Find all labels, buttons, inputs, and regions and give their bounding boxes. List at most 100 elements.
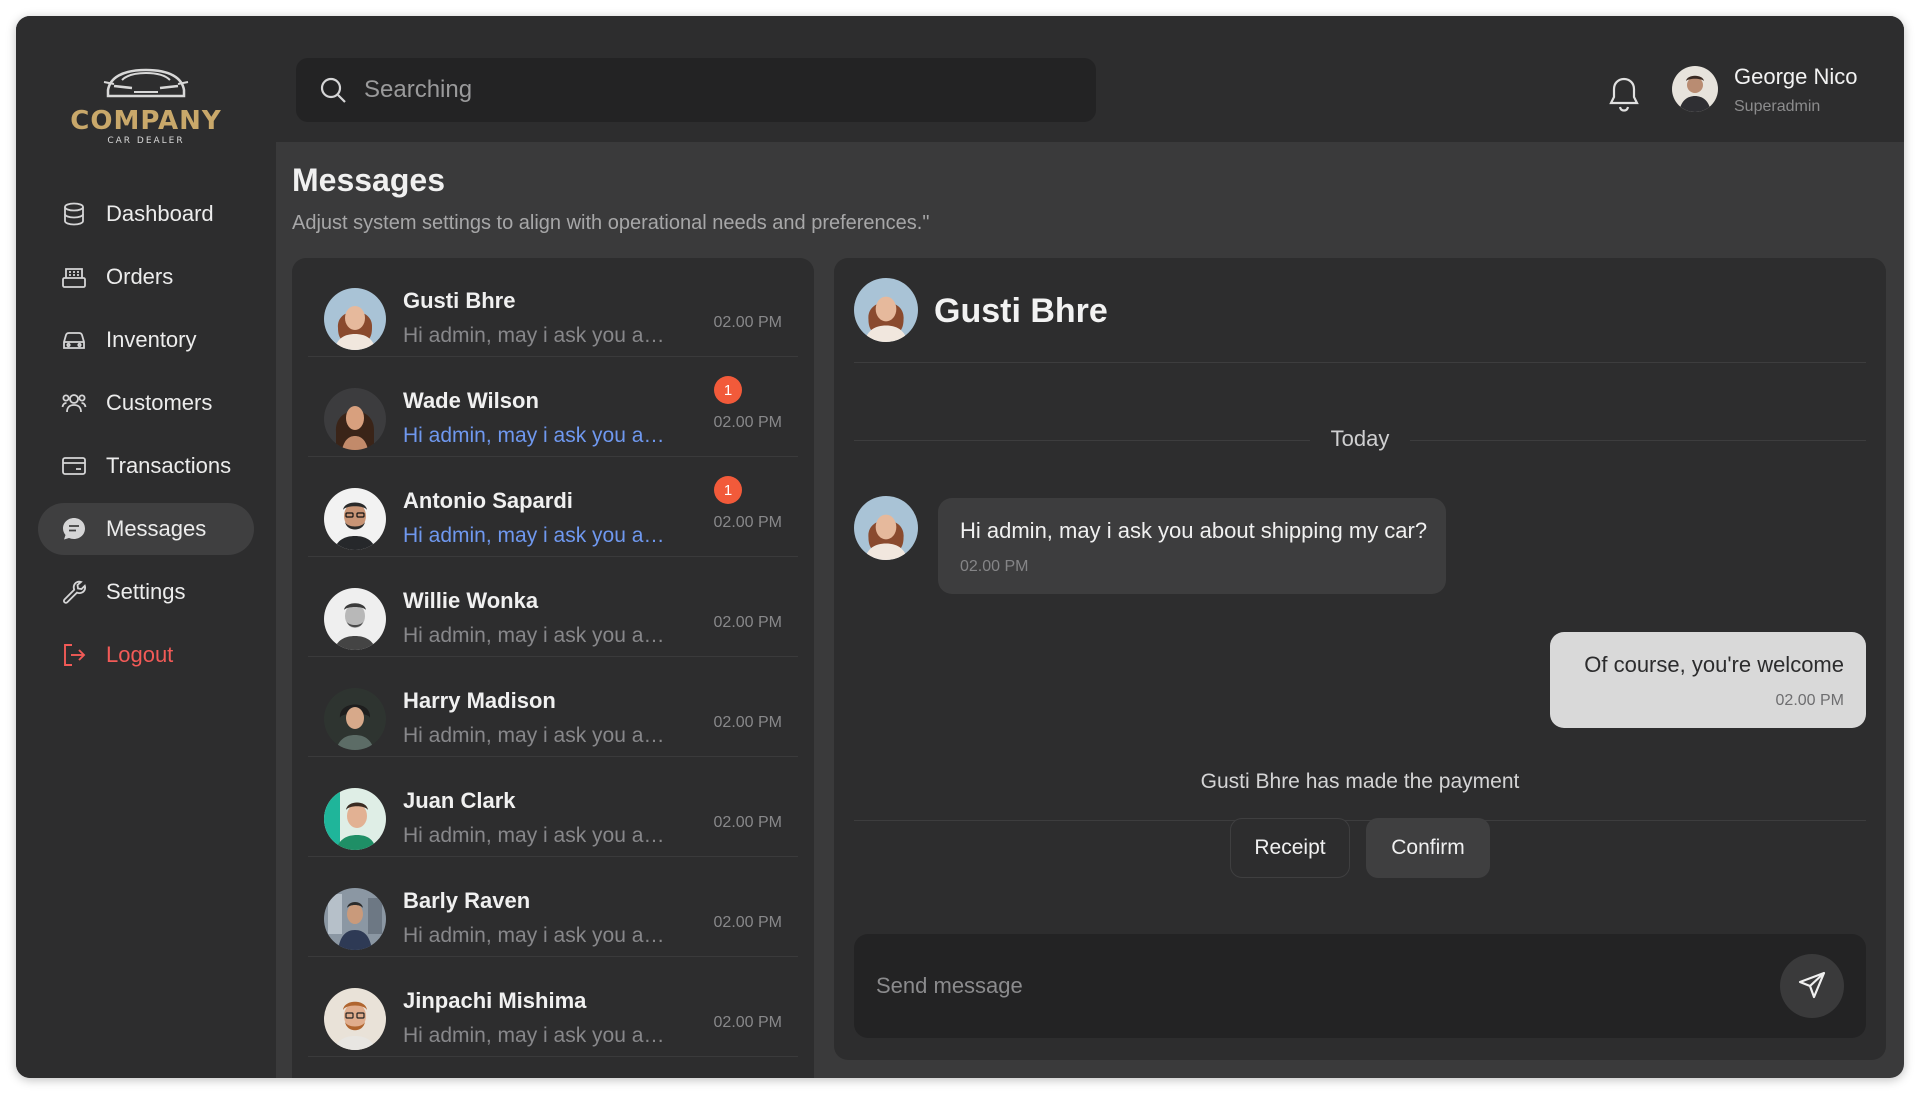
payment-notice: Gusti Bhre has made the payment — [1200, 770, 1520, 793]
contact-name: Barly Raven — [403, 888, 531, 913]
conversation-item[interactable]: Jinpachi Mishima Hi admin, may i ask you… — [308, 958, 798, 1057]
user-avatar[interactable] — [1672, 66, 1718, 112]
unread-badge: 1 — [714, 376, 742, 404]
day-label: Today — [1310, 426, 1410, 452]
car-icon — [60, 326, 88, 354]
sidebar-item-label: Dashboard — [106, 201, 214, 226]
avatar — [854, 496, 918, 560]
top-bar: George Nico Superadmin — [276, 16, 1904, 142]
chat-icon — [60, 515, 88, 543]
logout-button[interactable]: Logout — [38, 629, 254, 681]
logout-icon — [60, 641, 88, 669]
message-input[interactable] — [876, 966, 1736, 1006]
message-preview: Hi admin, may i ask you about shipping m… — [403, 624, 673, 647]
message-time: 02.00 PM — [713, 914, 782, 931]
message-time: 02.00 PM — [713, 814, 782, 831]
users-icon — [60, 389, 88, 417]
page-subtitle: Adjust system settings to align with ope… — [292, 212, 930, 234]
message-time: 02.00 PM — [960, 558, 1029, 575]
send-button[interactable] — [1780, 954, 1844, 1018]
chat-panel: Gusti Bhre Today Hi admin, may i ask you… — [834, 258, 1886, 1060]
avatar — [324, 488, 386, 550]
conversation-item[interactable]: Willie Wonka Hi admin, may i ask you abo… — [308, 558, 798, 657]
sidebar-item-label: Inventory — [106, 327, 197, 352]
database-icon — [60, 200, 88, 228]
sidebar-item-customers[interactable]: Customers — [38, 377, 254, 429]
brand-tagline: CAR DEALER — [107, 136, 185, 146]
contact-name: Wade Wilson — [403, 388, 539, 413]
sidebar-item-transactions[interactable]: Transactions — [38, 440, 254, 492]
confirm-button[interactable]: Confirm — [1366, 818, 1490, 878]
conversation-item[interactable]: Harry Madison Hi admin, may i ask you ab… — [308, 658, 798, 757]
sidebar-item-orders[interactable]: Orders — [38, 251, 254, 303]
conversation-item[interactable]: Antonio Sapardi Hi admin, may i ask you … — [308, 458, 798, 557]
message-time: 02.00 PM — [713, 314, 782, 331]
sidebar-item-label: Settings — [106, 579, 186, 604]
divider — [854, 820, 1866, 821]
user-role: Superadmin — [1734, 98, 1821, 115]
conversation-item[interactable]: Gusti Bhre Hi admin, may i ask you about… — [308, 258, 798, 357]
sidebar-item-messages[interactable]: Messages — [38, 503, 254, 555]
message-time: 02.00 PM — [713, 514, 782, 531]
contact-name: Harry Madison — [403, 688, 556, 713]
sidebar-item-label: Orders — [106, 264, 174, 289]
contact-name: Willie Wonka — [403, 588, 539, 613]
contact-name: Gusti Bhre — [403, 288, 516, 313]
message-preview: Hi admin, may i ask you about shipping m… — [403, 924, 673, 947]
conversation-item[interactable]: Wade Wilson Hi admin, may i ask you abou… — [308, 358, 798, 457]
sidebar-item-settings[interactable]: Settings — [38, 566, 254, 618]
contact-name: Jinpachi Mishima — [403, 988, 587, 1013]
message-time: 02.00 PM — [713, 1014, 782, 1031]
message-preview: Hi admin, may i ask you about shipping m… — [403, 524, 673, 547]
conversation-list: Gusti Bhre Hi admin, may i ask you about… — [292, 258, 814, 1078]
avatar — [324, 588, 386, 650]
avatar — [324, 288, 386, 350]
app-window: COMPANY CAR DEALER Dashboard Orders Inve… — [16, 16, 1904, 1078]
message-preview: Hi admin, may i ask you about shipping m… — [403, 824, 673, 847]
message-time: 02.00 PM — [1775, 692, 1844, 709]
user-name[interactable]: George Nico — [1734, 64, 1858, 90]
card-icon — [60, 452, 88, 480]
sidebar-item-dashboard[interactable]: Dashboard — [38, 188, 254, 240]
divider — [854, 362, 1866, 363]
brand-name: COMPANY — [70, 106, 222, 136]
logout-label: Logout — [106, 642, 174, 667]
notification-bell-icon[interactable] — [1606, 74, 1642, 114]
conversation-item[interactable]: Juan Clark Hi admin, may i ask you about… — [308, 758, 798, 857]
sidebar-item-label: Customers — [106, 390, 213, 415]
page-title: Messages — [292, 162, 445, 198]
sidebar-nav: Dashboard Orders Inventory Customers Tra… — [38, 188, 254, 692]
avatar — [324, 388, 386, 450]
send-icon — [1797, 970, 1827, 1003]
avatar — [324, 688, 386, 750]
wrench-icon — [60, 578, 88, 606]
sidebar-item-inventory[interactable]: Inventory — [38, 314, 254, 366]
message-time: 02.00 PM — [713, 614, 782, 631]
cash-register-icon — [60, 263, 88, 291]
message-preview: Hi admin, may i ask you about shipping m… — [403, 424, 673, 447]
message-time: 02.00 PM — [713, 414, 782, 431]
conversation-item[interactable]: Barly Raven Hi admin, may i ask you abou… — [308, 858, 798, 957]
contact-name: Juan Clark — [403, 788, 516, 813]
chat-contact-name: Gusti Bhre — [934, 292, 1108, 330]
message-text: Hi admin, may i ask you about shipping m… — [960, 518, 1428, 543]
message-text: Of course, you're welcome — [1584, 652, 1844, 677]
sidebar-item-label: Transactions — [106, 453, 232, 478]
search-input[interactable] — [364, 76, 1064, 104]
avatar — [324, 788, 386, 850]
outgoing-message: Of course, you're welcome 02.00 PM — [1550, 632, 1866, 728]
avatar — [324, 988, 386, 1050]
message-preview: Hi admin, may i ask you about shipping m… — [403, 724, 673, 747]
chat-contact-avatar[interactable] — [854, 278, 918, 342]
avatar — [324, 888, 386, 950]
search-icon — [318, 75, 348, 105]
sidebar: COMPANY CAR DEALER Dashboard Orders Inve… — [16, 16, 276, 1078]
unread-badge: 1 — [714, 476, 742, 504]
company-logo[interactable]: COMPANY CAR DEALER — [66, 60, 226, 160]
search-bar[interactable] — [296, 58, 1096, 122]
receipt-button[interactable]: Receipt — [1230, 818, 1350, 878]
message-preview: Hi admin, may i ask you about shipping m… — [403, 1024, 673, 1047]
message-preview: Hi admin, may i ask you about shipping m… — [403, 324, 673, 347]
message-time: 02.00 PM — [713, 714, 782, 731]
message-composer — [854, 934, 1866, 1038]
